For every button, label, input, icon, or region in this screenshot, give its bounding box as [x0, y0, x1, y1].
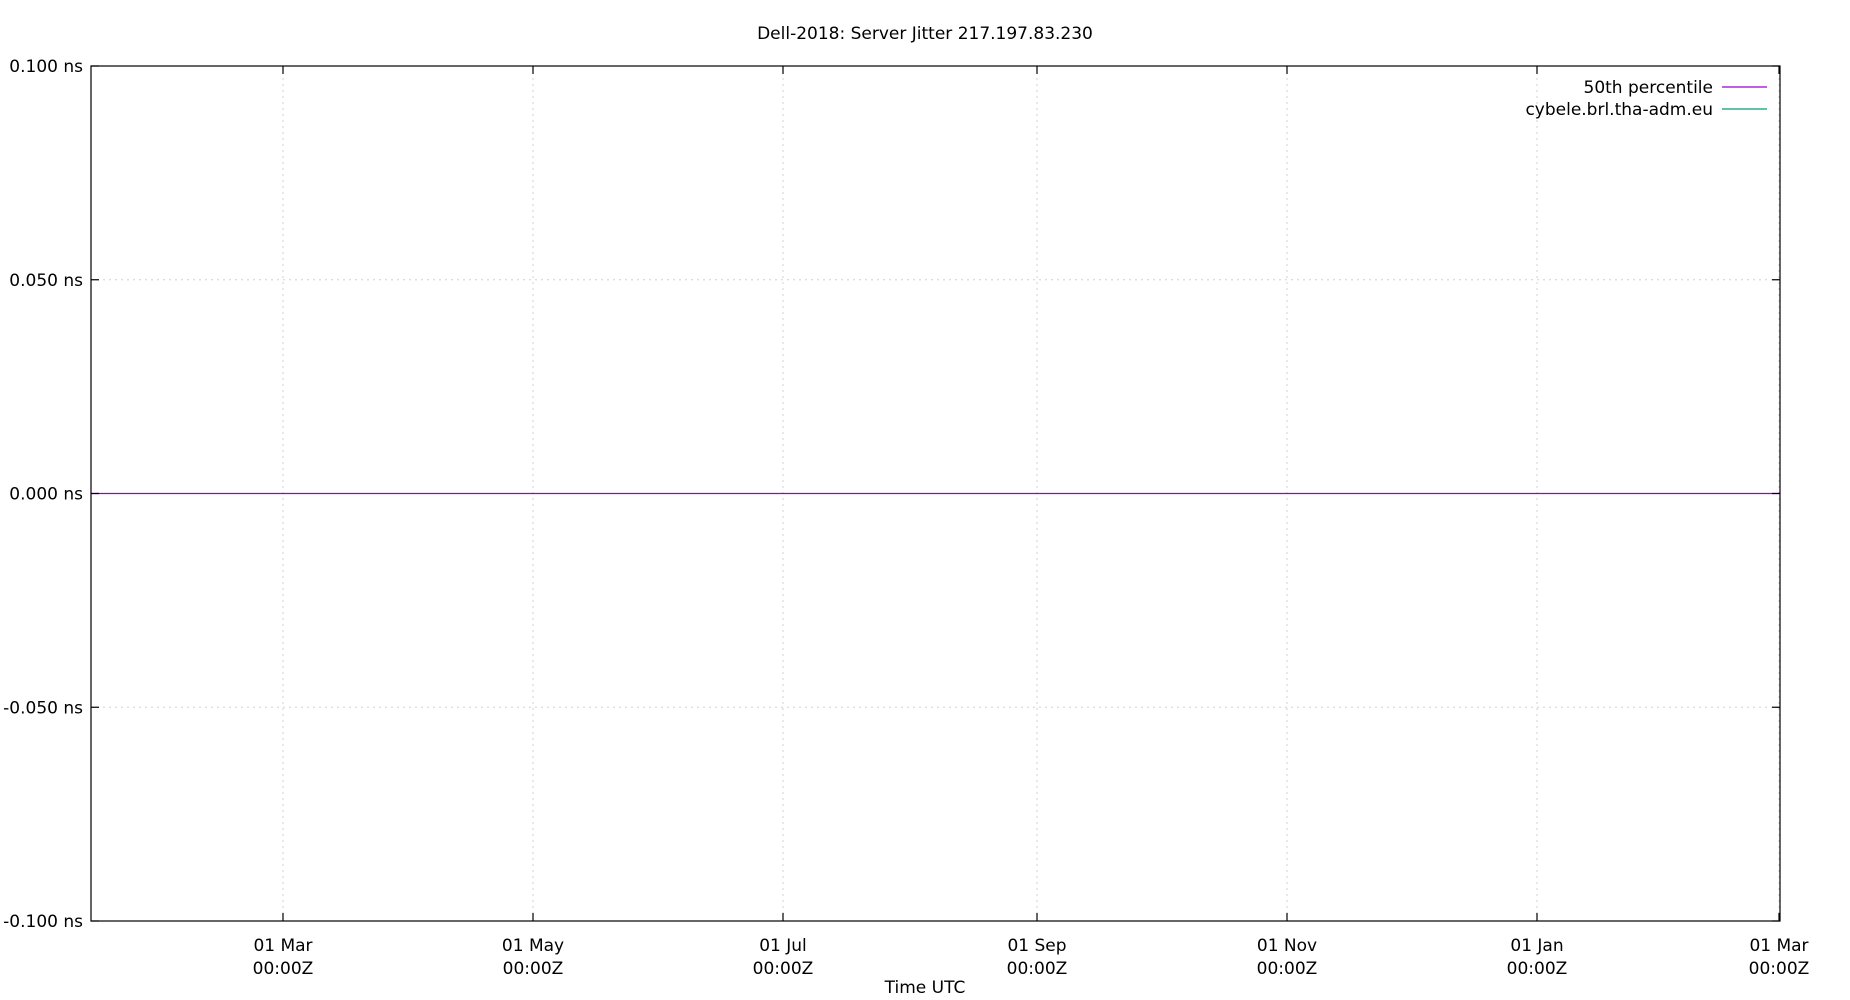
x-tick-label-date: 01 Jan	[1510, 936, 1563, 956]
x-axis-label: Time UTC	[884, 978, 966, 998]
y-tick-label: -0.050 ns	[3, 698, 83, 718]
x-tick-label-time: 00:00Z	[253, 959, 314, 979]
jitter-chart: Dell-2018: Server Jitter 217.197.83.230 …	[3, 24, 1810, 998]
x-tick-label-time: 00:00Z	[503, 959, 564, 979]
x-tick-label-date: 01 Nov	[1257, 936, 1317, 956]
x-tick-labels: 01 Mar 00:00Z 01 May 00:00Z 01 Jul 00:00Z 01 S…	[253, 936, 1810, 979]
x-tick-label-time: 00:00Z	[1507, 959, 1568, 979]
x-tick-label-time: 00:00Z	[753, 959, 814, 979]
legend: 50th percentilecybele.brl.tha-adm.eu	[1525, 78, 1767, 120]
x-tick-label-time: 00:00Z	[1007, 959, 1068, 979]
legend-entry-label: 50th percentile	[1584, 78, 1714, 98]
x-tick-label-time: 00:00Z	[1257, 959, 1318, 979]
y-tick-label: 0.000 ns	[9, 485, 83, 505]
legend-entry-label: cybele.brl.tha-adm.eu	[1525, 100, 1713, 120]
x-tick-label-date: 01 Sep	[1007, 936, 1066, 956]
x-tick-label-date: 01 Jul	[759, 936, 807, 956]
x-tick-label-date: 01 Mar	[1749, 936, 1808, 956]
x-tick-label-time: 00:00Z	[1749, 959, 1810, 979]
y-tick-labels: 0.100 ns 0.050 ns 0.000 ns -0.050 ns -0.100 …	[3, 57, 83, 932]
y-tick-label: 0.050 ns	[9, 271, 83, 291]
x-tick-label-date: 01 May	[502, 936, 564, 956]
chart-title: Dell-2018: Server Jitter 217.197.83.230	[757, 24, 1093, 44]
y-tick-label: -0.100 ns	[3, 912, 83, 932]
y-tick-label: 0.100 ns	[9, 57, 83, 77]
x-tick-label-date: 01 Mar	[253, 936, 312, 956]
